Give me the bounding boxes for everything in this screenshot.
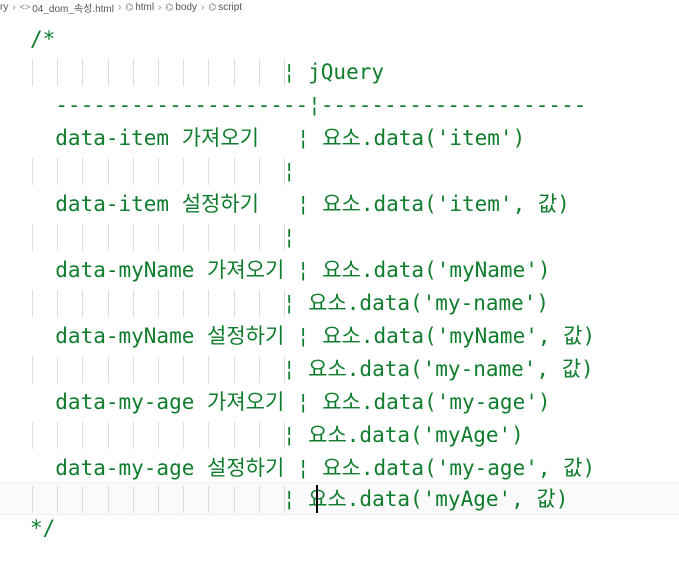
code-line[interactable]: data-item 가져오기 ¦ 요소.data('item') xyxy=(0,122,679,155)
breadcrumb-item-script[interactable]: ⌬ script xyxy=(208,2,242,13)
breadcrumb-item-body[interactable]: ⌬ body xyxy=(165,2,197,13)
chevron-right-icon: › xyxy=(200,1,205,13)
element-icon: ⌬ xyxy=(208,1,217,12)
chevron-right-icon: › xyxy=(117,1,122,13)
element-icon: ⌬ xyxy=(165,1,174,12)
code-line[interactable]: data-my-age 가져오기 ¦ 요소.data('my-age') xyxy=(0,386,679,419)
text-cursor xyxy=(316,485,318,513)
code-line[interactable]: data-my-age 설정하기 ¦ 요소.data('my-age', 값) xyxy=(0,452,679,485)
code-line[interactable]: data-myName 가져오기 ¦ 요소.data('myName') xyxy=(0,254,679,287)
element-icon: ⌬ xyxy=(125,1,134,12)
code-line[interactable]: */ xyxy=(0,512,679,545)
code-line[interactable]: data-item 설정하기 ¦ 요소.data('item', 값) xyxy=(0,188,679,221)
code-line[interactable]: ¦ 요소.data('my-name', 값) xyxy=(0,353,679,386)
code-line[interactable]: ¦ xyxy=(0,221,679,254)
code-line[interactable]: /* xyxy=(0,23,679,56)
code-icon: <> xyxy=(19,2,31,12)
code-line[interactable]: --------------------¦-------------------… xyxy=(0,89,679,122)
chevron-right-icon: › xyxy=(158,1,162,13)
breadcrumb: ry › <> 04_dom_속성.html › ⌬ html › ⌬ body › … xyxy=(0,0,679,15)
code-line[interactable]: ¦ 요소.data('my-name') xyxy=(0,287,679,320)
code-line[interactable]: ¦ xyxy=(0,155,679,188)
breadcrumb-item-html[interactable]: ⌬ html xyxy=(125,2,154,13)
code-line[interactable]: data-myName 설정하기 ¦ 요소.data('myName', 값) xyxy=(0,320,679,353)
code-line[interactable]: ¦ jQuery xyxy=(0,56,679,89)
breadcrumb-item-folder[interactable]: ry xyxy=(0,2,8,13)
code-line-current[interactable]: ¦ 요소.data('myAge', 값) xyxy=(0,482,679,515)
chevron-right-icon: › xyxy=(12,1,16,13)
code-editor[interactable]: /* ¦ jQuery --------------------¦-------… xyxy=(0,20,679,582)
breadcrumb-item-file[interactable]: <> 04_dom_속성.html xyxy=(20,0,114,14)
code-line[interactable]: ¦ 요소.data('myAge') xyxy=(0,419,679,452)
